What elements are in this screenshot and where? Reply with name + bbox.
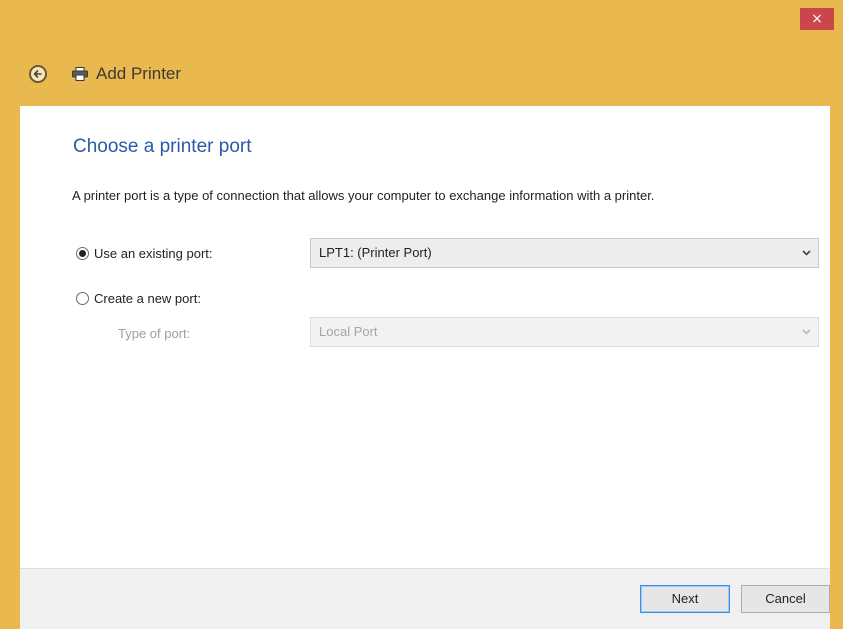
chevron-down-icon [802, 329, 811, 335]
title-bar: Add Printer [0, 40, 843, 106]
existing-port-value: LPT1: (Printer Port) [319, 245, 432, 260]
existing-port-radio[interactable] [76, 247, 89, 260]
new-port-radio[interactable] [76, 292, 89, 305]
existing-port-label: Use an existing port: [94, 246, 213, 261]
port-type-select[interactable]: Local Port [310, 317, 819, 347]
chevron-down-icon [802, 250, 811, 256]
close-icon: × [811, 11, 823, 27]
add-printer-window: × Add Printer Choose a printer port A pr… [0, 0, 843, 629]
wizard-content: Choose a printer port A printer port is … [20, 106, 830, 568]
cancel-button[interactable]: Cancel [741, 585, 830, 613]
printer-icon [72, 67, 88, 81]
page-heading: Choose a printer port [73, 136, 252, 157]
close-button[interactable]: × [800, 8, 834, 30]
next-button[interactable]: Next [640, 585, 730, 613]
back-arrow-icon [33, 70, 42, 78]
page-description: A printer port is a type of connection t… [72, 188, 655, 203]
wizard-footer: Next Cancel [20, 568, 830, 629]
new-port-option[interactable]: Create a new port: [76, 291, 201, 306]
existing-port-option[interactable]: Use an existing port: [76, 246, 213, 261]
port-type-label: Type of port: [118, 326, 191, 341]
new-port-label: Create a new port: [94, 291, 201, 306]
back-button[interactable] [29, 65, 47, 83]
existing-port-select[interactable]: LPT1: (Printer Port) [310, 238, 819, 268]
port-type-value: Local Port [319, 324, 378, 339]
window-title: Add Printer [96, 64, 182, 83]
